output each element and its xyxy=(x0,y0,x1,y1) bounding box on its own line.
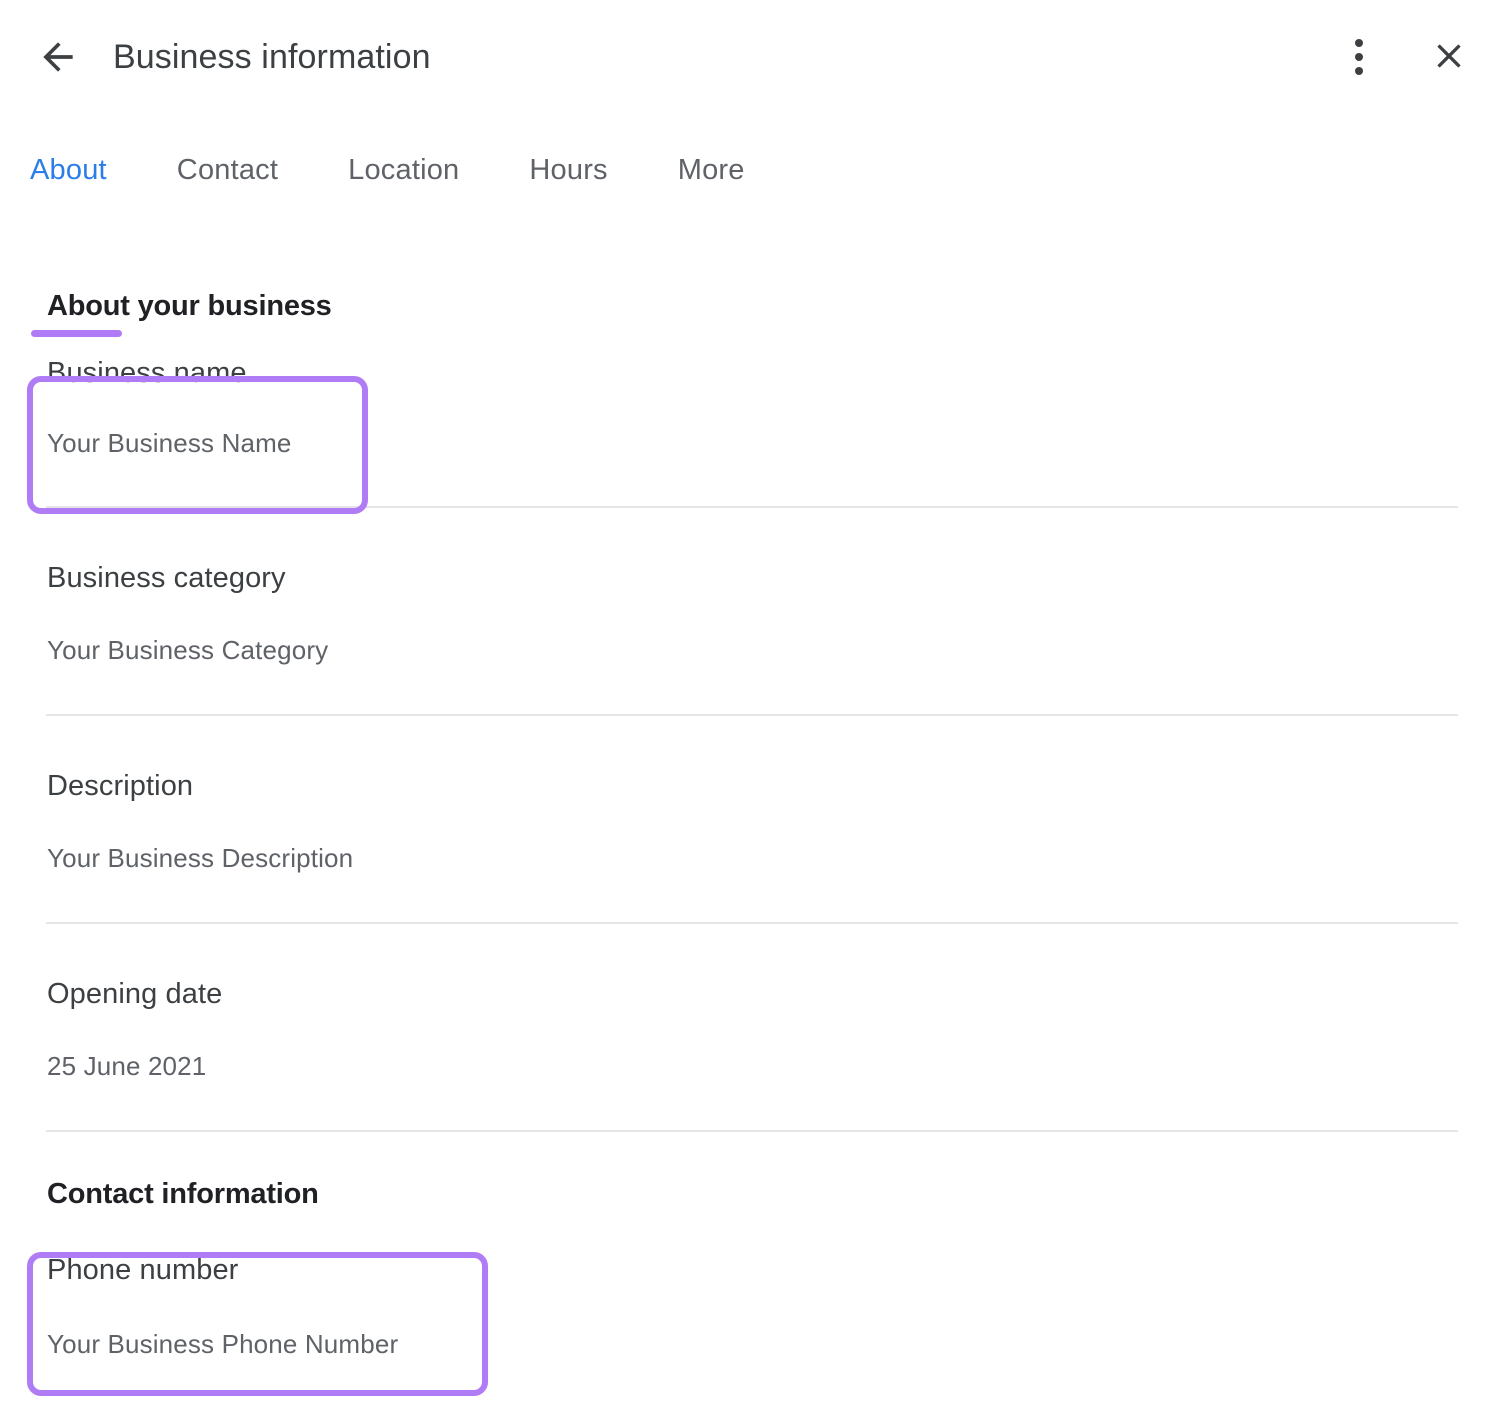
field-business-name[interactable]: Business name Your Business Name xyxy=(0,323,1507,456)
header-actions xyxy=(1335,0,1473,114)
field-opening-date[interactable]: Opening date 25 June 2021 xyxy=(0,924,1507,1079)
arrow-back-icon xyxy=(36,35,80,79)
about-panel: About your business Business name Your B… xyxy=(0,230,1507,1357)
overflow-menu-button[interactable] xyxy=(1335,33,1383,81)
field-value-phone-number: Your Business Phone Number xyxy=(47,1331,1507,1357)
field-value-opening-date: 25 June 2021 xyxy=(47,1053,1507,1079)
field-label-business-name: Business name xyxy=(47,359,1507,388)
field-label-opening-date: Opening date xyxy=(47,980,1507,1009)
field-phone-number[interactable]: Phone number Your Business Phone Number xyxy=(0,1211,1507,1357)
tab-bar: About Contact Location Hours More xyxy=(0,114,1507,230)
field-label-business-category: Business category xyxy=(47,564,1507,593)
section-heading-contact: Contact information xyxy=(0,1132,1507,1211)
section-heading-about: About your business xyxy=(0,230,1507,323)
tab-hours[interactable]: Hours xyxy=(529,114,607,187)
field-value-business-category: Your Business Category xyxy=(47,637,1507,663)
tab-about[interactable]: About xyxy=(30,114,107,187)
page-title: Business information xyxy=(113,38,431,77)
close-icon xyxy=(1429,36,1469,79)
tab-contact[interactable]: Contact xyxy=(177,114,278,187)
back-button[interactable] xyxy=(30,29,86,85)
field-label-phone-number: Phone number xyxy=(47,1256,1507,1285)
field-business-category[interactable]: Business category Your Business Category xyxy=(0,508,1507,663)
field-description[interactable]: Description Your Business Description xyxy=(0,716,1507,871)
app-header: Business information xyxy=(0,0,1507,114)
more-vert-icon xyxy=(1355,39,1363,75)
field-value-business-name: Your Business Name xyxy=(47,430,1507,456)
tab-location[interactable]: Location xyxy=(348,114,459,187)
close-button[interactable] xyxy=(1425,33,1473,81)
field-label-description: Description xyxy=(47,772,1507,801)
field-value-description: Your Business Description xyxy=(47,845,1507,871)
tab-more[interactable]: More xyxy=(678,114,745,187)
